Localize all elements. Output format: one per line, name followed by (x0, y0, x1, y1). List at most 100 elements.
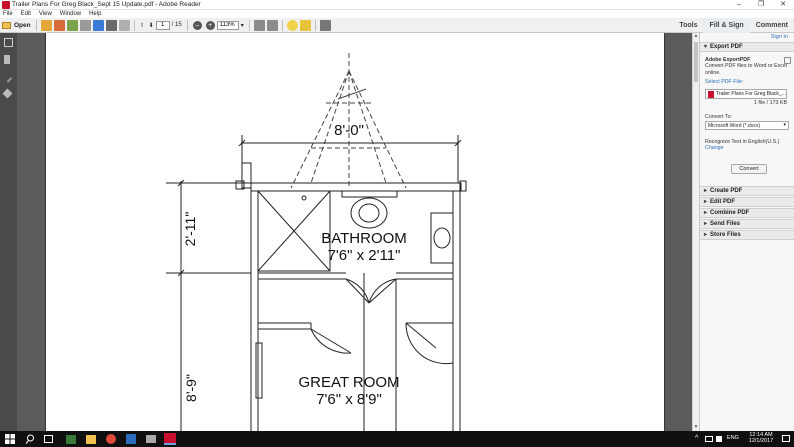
create-pdf-header[interactable]: ▸ Create PDF (700, 186, 794, 196)
combine-icon[interactable] (53, 19, 65, 31)
separator (248, 19, 250, 31)
store-files-title: Store Files (710, 232, 741, 238)
clock[interactable]: 12:14 AM 12/1/2017 (744, 432, 778, 444)
chrome-icon[interactable] (106, 434, 116, 444)
pdf-page: 8'-0" 2'-11" 8'-9" BATHROOM 7'6" x 2'11"… (45, 33, 665, 431)
send-files-title: Send Files (710, 221, 741, 227)
left-navigation-pane (0, 33, 17, 431)
comment-icon[interactable] (286, 19, 298, 31)
create-pdf-title: Create PDF (710, 188, 743, 194)
folder-icon (2, 21, 11, 29)
combine-pdf-title: Combine PDF (710, 210, 750, 216)
great-room-label: GREAT ROOM (298, 374, 399, 391)
edit-pdf-title: Edit PDF (710, 199, 735, 205)
tab-tools[interactable]: Tools (673, 18, 703, 33)
save-icon[interactable] (79, 19, 91, 31)
app-icon[interactable] (66, 435, 76, 444)
vertical-scrollbar[interactable]: ▲ ▼ (692, 33, 699, 431)
layers-icon[interactable] (2, 88, 13, 99)
maximize-button[interactable]: ❐ (750, 0, 772, 10)
prev-page-icon[interactable]: ⬆ (140, 22, 145, 29)
document-area[interactable]: 8'-0" 2'-11" 8'-9" BATHROOM 7'6" x 2'11"… (17, 33, 692, 431)
close-button[interactable]: ✕ (772, 0, 794, 10)
zoom-out-button[interactable]: – (192, 20, 202, 30)
format-selected: Microsoft Word (*.docx) (708, 123, 761, 129)
edit-pdf-header[interactable]: ▸ Edit PDF (700, 197, 794, 207)
sign-icon[interactable] (319, 19, 331, 31)
title-bar: Trailer Plans For Greg Black_Sept 15 Upd… (0, 0, 794, 10)
dimension-top: 8'-0" (334, 122, 364, 139)
adobe-reader-icon (2, 1, 10, 9)
exportpdf-description: Convert PDF files to Word or Excel onlin… (705, 63, 788, 76)
cloud-upload-icon[interactable] (66, 19, 78, 31)
change-link[interactable]: Change (705, 145, 791, 151)
tab-fill-sign[interactable]: Fill & Sign (703, 18, 750, 33)
notifications-icon[interactable] (782, 435, 790, 442)
export-pdf-title: Export PDF (710, 44, 743, 50)
create-pdf-icon[interactable] (40, 19, 52, 31)
menu-file[interactable]: File (0, 10, 16, 18)
attachments-icon[interactable] (1, 72, 13, 83)
dropbox-icon[interactable] (126, 434, 136, 444)
print-icon[interactable] (105, 19, 117, 31)
menu-bar: File Edit View Window Help (0, 10, 794, 18)
mail-icon[interactable] (146, 435, 156, 443)
convert-to-label: Convert To: (705, 114, 732, 120)
next-page-icon[interactable]: ⬇ (149, 22, 154, 29)
separator (35, 19, 37, 31)
dimension-great-room: 8'-9" (183, 374, 199, 402)
highlight-icon[interactable] (299, 19, 311, 31)
info-icon[interactable] (784, 57, 791, 64)
email-icon[interactable] (118, 19, 130, 31)
open-label: Open (14, 21, 31, 29)
adobe-reader-taskbar-icon[interactable] (164, 433, 176, 445)
language-indicator[interactable]: ENG (727, 435, 739, 441)
zoom-level-input[interactable] (216, 20, 239, 30)
task-panel: Sign In ▾ Export PDF Adobe ExportPDF Conv… (699, 33, 794, 431)
page-number-input[interactable] (155, 20, 170, 30)
great-room-size: 7'6" x 8'9" (316, 391, 382, 408)
menu-window[interactable]: Window (57, 10, 84, 18)
zoom-in-button[interactable]: + (205, 20, 215, 30)
format-select[interactable]: Microsoft Word (*.docx) ▾ (705, 121, 789, 130)
fit-page-icon[interactable] (253, 19, 265, 31)
sign-in-link[interactable]: Sign In (771, 34, 788, 40)
bathroom-size: 7'6" x 2'11" (328, 247, 401, 264)
page-thumbnails-icon[interactable] (4, 38, 13, 47)
tray-arrow-icon[interactable]: ^ (695, 435, 698, 442)
dimension-bathroom: 2'-11" (182, 212, 198, 247)
task-pane-nav: Tools Fill & Sign Comment (673, 18, 794, 33)
network-icon[interactable] (705, 436, 713, 442)
task-view-icon[interactable] (44, 435, 53, 443)
file-explorer-icon[interactable] (86, 435, 96, 444)
zoom-dropdown-icon[interactable]: ▾ (241, 22, 244, 29)
selected-file-box[interactable]: Trailer Plans For Greg Black_... (705, 89, 787, 99)
open-button[interactable]: Open (0, 21, 33, 29)
search-icon[interactable] (24, 433, 36, 445)
bathroom-label: BATHROOM (321, 230, 407, 247)
export-pdf-header[interactable]: ▾ Export PDF (700, 42, 794, 52)
store-files-header[interactable]: ▸ Store Files (700, 230, 794, 240)
share-icon[interactable] (92, 19, 104, 31)
convert-button[interactable]: Convert (731, 164, 767, 174)
volume-icon[interactable] (716, 436, 722, 442)
separator (281, 19, 283, 31)
select-file-label: Select PDF File: (705, 78, 744, 85)
separator (314, 19, 316, 31)
tab-comment[interactable]: Comment (750, 18, 794, 33)
windows-taskbar: ^ ENG 12:14 AM 12/1/2017 (0, 431, 794, 447)
combine-pdf-header[interactable]: ▸ Combine PDF (700, 208, 794, 218)
menu-help[interactable]: Help (86, 10, 104, 18)
menu-edit[interactable]: Edit (18, 10, 34, 18)
send-files-header[interactable]: ▸ Send Files (700, 219, 794, 229)
fit-width-icon[interactable] (266, 19, 278, 31)
menu-view[interactable]: View (36, 10, 55, 18)
file-count: 1 file / 173 KB (754, 100, 787, 106)
pdf-file-icon (708, 91, 714, 98)
chevron-down-icon: ▾ (783, 122, 786, 128)
separator (186, 19, 188, 31)
windows-start-icon[interactable] (4, 433, 16, 445)
scroll-thumb[interactable] (694, 42, 698, 82)
minimize-button[interactable]: – (728, 0, 750, 10)
bookmarks-icon[interactable] (4, 55, 10, 64)
